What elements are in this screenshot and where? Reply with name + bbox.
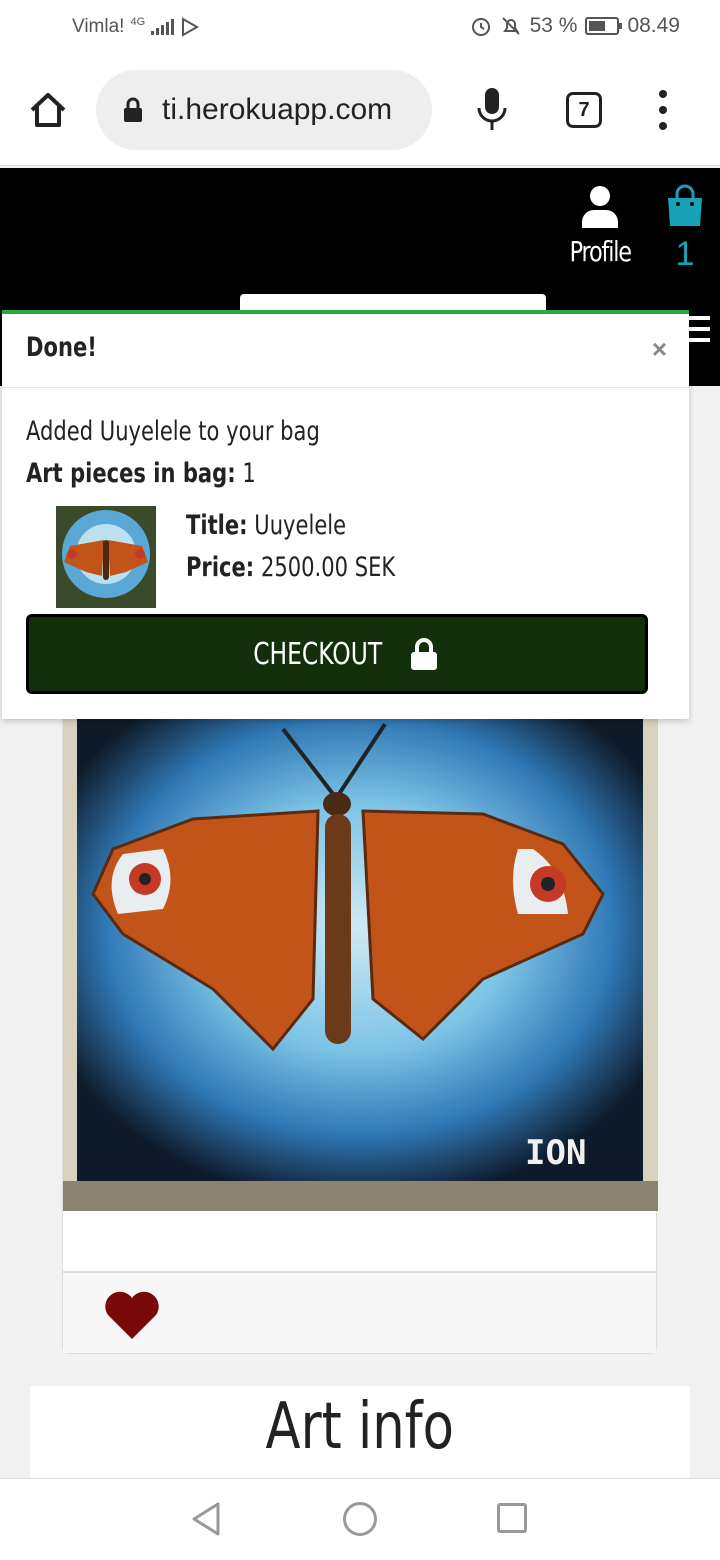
microphone-icon[interactable] [474, 86, 510, 134]
item-price-value: 2500.00 SEK [260, 552, 396, 583]
toast-header: Done! × [2, 314, 689, 388]
battery-percent: 53 % [529, 14, 578, 37]
item-title-label: Title: [186, 510, 248, 541]
lock-icon [124, 97, 142, 122]
address-bar[interactable]: ti.herokuapp.com [96, 70, 432, 150]
art-card: ION [62, 718, 658, 1354]
profile-label: Profile [569, 235, 632, 268]
bag-count-label: Art pieces in bag: [26, 458, 236, 489]
artwork-image[interactable]: ION [63, 719, 658, 1211]
network-type: 4G [130, 16, 146, 28]
toast-title: Done! [26, 332, 97, 363]
art-info-section: Art info [30, 1386, 690, 1478]
heart-icon[interactable] [103, 1291, 161, 1341]
url-text: ti.herokuapp.com [162, 93, 393, 126]
artist-signature: ION [525, 1133, 586, 1173]
item-thumbnail [56, 506, 156, 608]
item-price-label: Price: [186, 552, 255, 583]
art-info-heading: Art info [265, 1390, 455, 1464]
carrier-name: Vimla! [72, 16, 125, 37]
user-icon [582, 186, 618, 228]
alarm-icon [471, 18, 490, 36]
close-icon[interactable]: × [652, 334, 667, 365]
card-footer [63, 1271, 656, 1353]
more-options-icon[interactable] [656, 90, 670, 130]
battery-icon [585, 17, 623, 35]
bag-count-value: 1 [242, 458, 256, 489]
home-icon[interactable] [28, 90, 68, 130]
home-button[interactable] [343, 1502, 377, 1536]
shopping-bag-link[interactable]: 1 [662, 184, 708, 274]
clock: 08.49 [627, 14, 680, 37]
toast-message: Added Uuyelele to your bag [26, 416, 320, 447]
play-store-icon [182, 17, 200, 37]
recent-apps-button[interactable] [497, 1503, 527, 1533]
status-bar: Vimla! 4G 53 % 08.49 [0, 0, 720, 56]
checkout-label: CHECKOUT [253, 636, 383, 672]
system-navigation-bar [0, 1478, 720, 1560]
checkout-button[interactable]: CHECKOUT [26, 614, 648, 694]
profile-link[interactable]: Profile [562, 184, 638, 268]
lock-icon [410, 638, 437, 670]
item-title-value: Uuyelele [254, 510, 347, 541]
browser-toolbar: ti.herokuapp.com 7 [0, 56, 720, 166]
signal-icon [151, 19, 175, 35]
bag-count: 1 [675, 235, 695, 273]
added-to-bag-toast: Done! × Added Uuyelele to your bag Art p… [2, 310, 689, 719]
notifications-off-icon [501, 17, 520, 35]
back-icon[interactable] [190, 1501, 222, 1537]
tab-switcher-button[interactable]: 7 [566, 92, 602, 128]
shopping-bag-icon [668, 184, 702, 226]
